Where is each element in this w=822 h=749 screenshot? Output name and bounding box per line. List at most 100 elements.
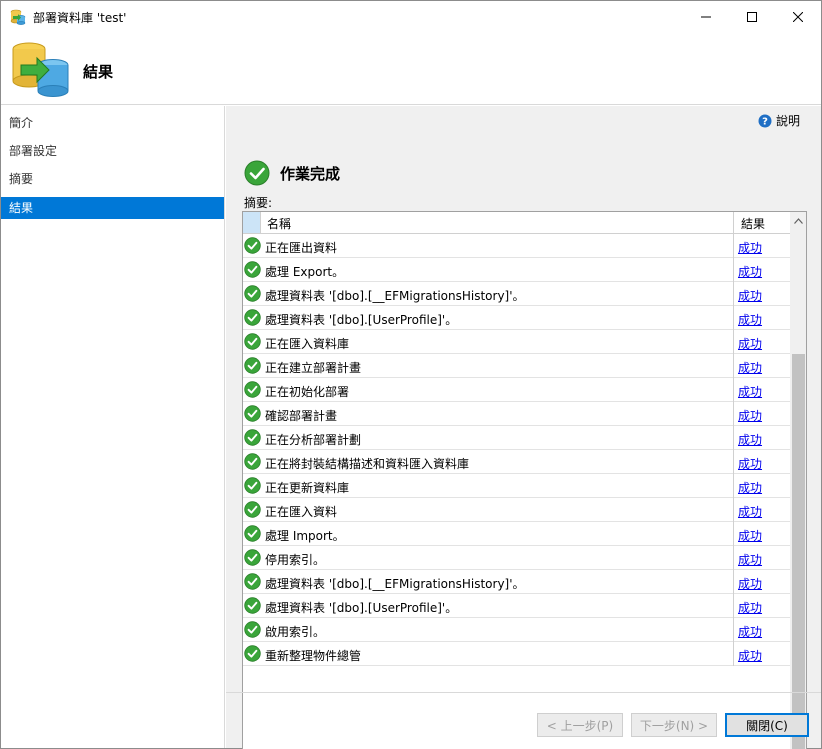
minimize-button[interactable] — [683, 1, 729, 33]
main-panel: ? 說明 作業完成 摘要: 名稱 結果 正在匯出資料 成功 處理 Export。 成功… — [226, 106, 821, 749]
result-link[interactable]: 成功 — [738, 623, 762, 640]
row-name: 正在分析部署計劃 — [265, 433, 362, 447]
column-divider — [733, 498, 734, 522]
row-name: 處理 Export。 — [265, 265, 345, 279]
table-row[interactable]: 確認部署計畫 成功 — [243, 402, 790, 426]
row-name: 正在建立部署計畫 — [265, 361, 362, 375]
table-row[interactable]: 處理資料表 '[dbo].[UserProfile]'。 成功 — [243, 594, 790, 618]
column-divider — [733, 546, 734, 570]
result-link[interactable]: 成功 — [738, 335, 762, 352]
result-link[interactable]: 成功 — [738, 431, 762, 448]
footer-divider — [226, 692, 821, 693]
result-link[interactable]: 成功 — [738, 263, 762, 280]
table-row[interactable]: 啟用索引。 成功 — [243, 618, 790, 642]
header-banner: 結果 — [1, 33, 821, 105]
table-row[interactable]: 正在將封裝結構描述和資料匯入資料庫 成功 — [243, 450, 790, 474]
sidebar-item-deploy-settings[interactable]: 部署設定 — [1, 140, 224, 162]
result-link[interactable]: 成功 — [738, 647, 762, 664]
scroll-up-button[interactable] — [790, 212, 806, 229]
column-divider — [733, 570, 734, 594]
dialog-window: 部署資料庫 'test' 結果 簡介 部署設定 摘要 結果 ? 說明 作業完成 … — [0, 0, 822, 749]
check-circle-icon — [244, 645, 261, 662]
table-row[interactable]: 重新整理物件總管 成功 — [243, 642, 790, 666]
result-link[interactable]: 成功 — [738, 359, 762, 376]
result-link[interactable]: 成功 — [738, 287, 762, 304]
maximize-button[interactable] — [729, 1, 775, 33]
table-row[interactable]: 正在匯入資料庫 成功 — [243, 330, 790, 354]
check-circle-icon — [244, 549, 261, 566]
check-circle-icon — [244, 501, 261, 518]
column-divider — [733, 618, 734, 642]
check-circle-icon — [244, 285, 261, 302]
result-link[interactable]: 成功 — [738, 311, 762, 328]
table-row[interactable]: 停用索引。 成功 — [243, 546, 790, 570]
row-name: 正在初始化部署 — [265, 385, 350, 399]
result-link[interactable]: 成功 — [738, 575, 762, 592]
vertical-scrollbar[interactable] — [790, 212, 806, 749]
check-circle-icon — [244, 573, 261, 590]
result-link[interactable]: 成功 — [738, 599, 762, 616]
results-grid[interactable]: 名稱 結果 正在匯出資料 成功 處理 Export。 成功 處理資料表 '[dbo].[… — [242, 211, 807, 749]
grid-rows: 正在匯出資料 成功 處理 Export。 成功 處理資料表 '[dbo].[__EFMi… — [243, 234, 790, 666]
column-divider — [733, 450, 734, 474]
row-name: 正在將封裝結構描述和資料匯入資料庫 — [265, 457, 470, 471]
table-row[interactable]: 處理 Export。 成功 — [243, 258, 790, 282]
back-button[interactable]: < 上一步(P) — [537, 713, 623, 737]
table-row[interactable]: 處理資料表 '[dbo].[__EFMigrationsHistory]'。 成功 — [243, 570, 790, 594]
check-circle-icon — [244, 261, 261, 278]
table-row[interactable]: 處理 Import。 成功 — [243, 522, 790, 546]
check-circle-icon — [244, 357, 261, 374]
result-link[interactable]: 成功 — [738, 527, 762, 544]
row-name: 正在匯出資料 — [265, 241, 338, 255]
row-name: 啟用索引。 — [265, 625, 326, 639]
maximize-icon — [747, 12, 757, 22]
close-icon — [793, 12, 803, 22]
row-name: 處理資料表 '[dbo].[__EFMigrationsHistory]'。 — [265, 289, 525, 303]
row-name: 正在匯入資料 — [265, 505, 338, 519]
help-link[interactable]: ? 說明 — [758, 112, 800, 129]
minimize-icon — [701, 16, 711, 18]
success-large-icon — [244, 160, 270, 186]
page-title: 結果 — [83, 63, 114, 81]
close-window-button[interactable] — [775, 1, 821, 33]
result-link[interactable]: 成功 — [738, 383, 762, 400]
row-name: 處理資料表 '[dbo].[UserProfile]'。 — [265, 601, 458, 615]
result-link[interactable]: 成功 — [738, 551, 762, 568]
check-circle-icon — [244, 237, 261, 254]
table-row[interactable]: 正在初始化部署 成功 — [243, 378, 790, 402]
table-row[interactable]: 正在更新資料庫 成功 — [243, 474, 790, 498]
table-row[interactable]: 正在建立部署計畫 成功 — [243, 354, 790, 378]
result-link[interactable]: 成功 — [738, 503, 762, 520]
row-name: 重新整理物件總管 — [265, 649, 362, 663]
result-link[interactable]: 成功 — [738, 239, 762, 256]
check-circle-icon — [244, 597, 261, 614]
result-link[interactable]: 成功 — [738, 479, 762, 496]
result-link[interactable]: 成功 — [738, 455, 762, 472]
help-circle-icon: ? — [758, 114, 772, 127]
column-header-name[interactable]: 名稱 — [267, 215, 291, 232]
column-divider — [733, 354, 734, 378]
check-circle-icon — [244, 429, 261, 446]
table-row[interactable]: 處理資料表 '[dbo].[__EFMigrationsHistory]'。 成功 — [243, 282, 790, 306]
table-row[interactable]: 正在匯出資料 成功 — [243, 234, 790, 258]
scroll-thumb[interactable] — [792, 354, 805, 749]
table-row[interactable]: 處理資料表 '[dbo].[UserProfile]'。 成功 — [243, 306, 790, 330]
close-button[interactable]: 關閉(C) — [725, 713, 809, 737]
next-button[interactable]: 下一步(N) > — [631, 713, 717, 737]
result-link[interactable]: 成功 — [738, 407, 762, 424]
window-title: 部署資料庫 'test' — [33, 11, 127, 25]
header-select-cell[interactable] — [243, 212, 261, 233]
column-divider — [733, 642, 734, 666]
sidebar-item-results[interactable]: 結果 — [1, 197, 224, 219]
table-row[interactable]: 正在匯入資料 成功 — [243, 498, 790, 522]
status-row: 作業完成 — [244, 160, 340, 186]
sidebar-item-intro[interactable]: 簡介 — [1, 112, 224, 134]
row-name: 正在匯入資料庫 — [265, 337, 350, 351]
table-row[interactable]: 正在分析部署計劃 成功 — [243, 426, 790, 450]
column-header-result[interactable]: 結果 — [741, 215, 765, 232]
sidebar-item-summary[interactable]: 摘要 — [1, 168, 224, 190]
summary-label: 摘要: — [244, 196, 273, 210]
column-divider — [733, 306, 734, 330]
help-label: 說明 — [776, 114, 801, 128]
chevron-up-icon — [794, 217, 803, 224]
